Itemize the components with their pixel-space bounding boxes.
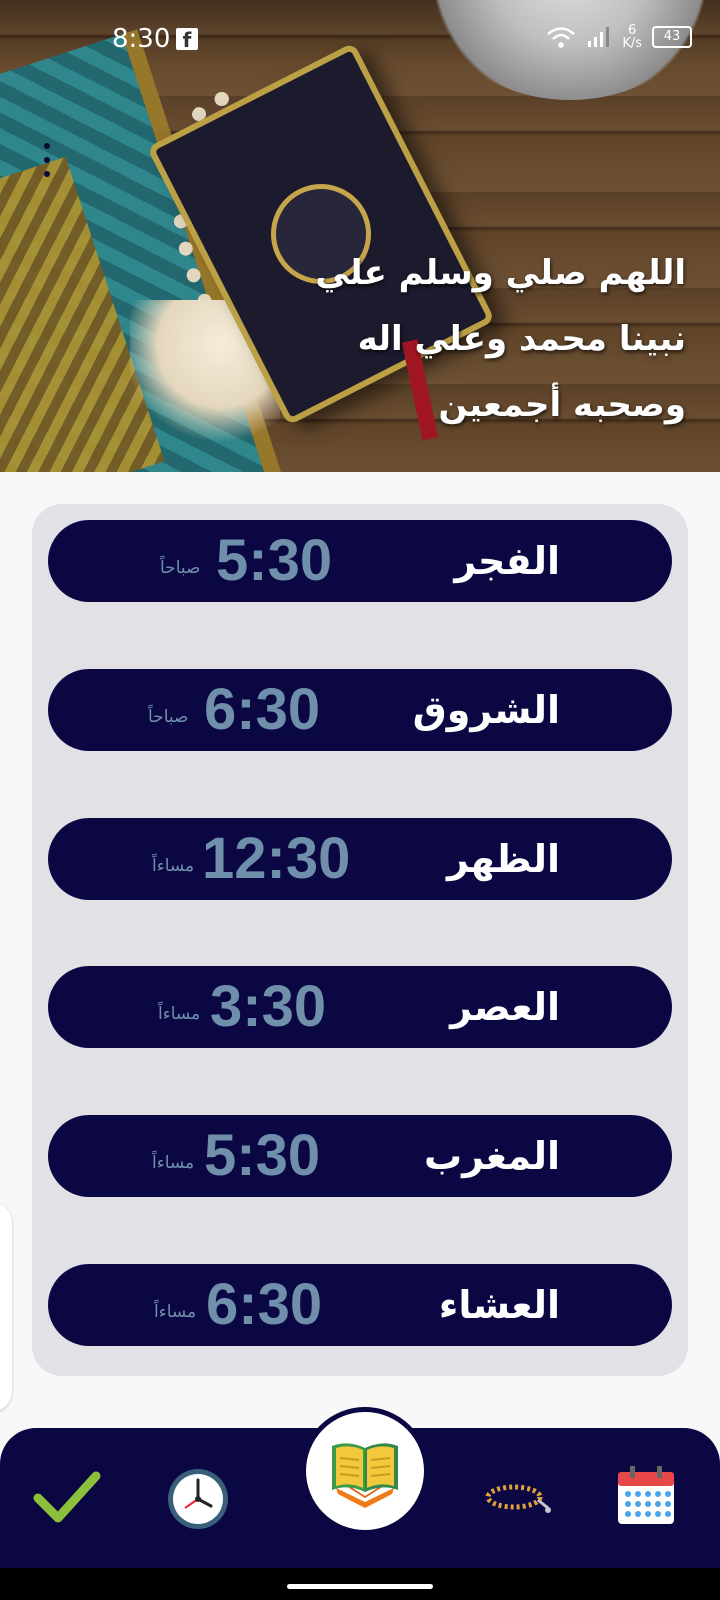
battery-level: 43 [663,29,681,44]
clock-icon[interactable] [163,1464,233,1534]
dua-line-2: نبينا محمد وعلي اله [357,319,686,359]
prayer-period: صباحاً [148,707,189,727]
prayer-time: 5:30 [204,1123,321,1188]
status-icons: 6 K/s 43 [546,24,692,50]
prayer-row-dhuhr[interactable]: الظهر 12:30 مساءاً [48,818,672,900]
prayer-time: 5:30 [216,528,333,593]
prayer-time: 3:30 [210,974,327,1039]
network-speed: 6 K/s [622,24,642,50]
prayer-row-maghrib[interactable]: المغرب 5:30 مساءاً [48,1115,672,1197]
dua-line-3: وصحبه أجمعين [438,385,686,425]
signal-icon [588,27,610,47]
quran-book-icon [332,1443,398,1508]
prayer-period: صباحاً [160,558,201,578]
prayer-row-asr[interactable]: العصر 3:30 مساءاً [48,966,672,1048]
prayer-row-shurooq[interactable]: الشروق 6:30 صباحاً [48,669,672,751]
prayer-name: الشروق [412,688,560,732]
prayer-time: 6:30 [206,1272,323,1337]
prayer-period: مساءاً [152,856,195,876]
prayer-time: 6:30 [204,677,321,742]
calendar-icon[interactable] [612,1462,682,1532]
prayer-period: مساءاً [152,1153,195,1173]
facebook-notification-icon: f [176,28,198,52]
status-time: 8:30 [112,24,171,54]
prayer-period: مساءاً [154,1302,197,1322]
side-drawer-handle[interactable] [0,1202,12,1412]
prayer-row-fajr[interactable]: الفجر 5:30 صباحاً [48,520,672,602]
prayer-time: 12:30 [202,826,351,891]
prayer-row-isha[interactable]: العشاء 6:30 مساءاً [48,1264,672,1346]
prayer-name: المغرب [423,1134,560,1178]
prayer-beads-icon[interactable] [482,1462,552,1532]
prayer-name: الفجر [454,539,560,583]
quran-button[interactable] [301,1407,429,1535]
prayer-name: العشاء [438,1283,560,1327]
checkmark-icon[interactable] [32,1462,102,1532]
prayer-period: مساءاً [158,1004,201,1024]
dua-text: اللهم صلي وسلم علي نبينا محمد وعلي اله و… [266,240,686,438]
prayer-times-card: الفجر 5:30 صباحاً الشروق 6:30 صباحاً الظ… [32,504,688,1376]
home-gesture-bar[interactable] [287,1584,433,1589]
wifi-icon [547,27,576,48]
prayer-name: العصر [450,985,560,1029]
speed-unit: K/s [622,36,642,51]
prayer-name: الظهر [446,837,560,881]
dua-line-1: اللهم صلي وسلم علي [315,253,686,293]
status-bar: 8:30 f 6 K/s 43 [0,0,720,80]
battery-icon: 43 [652,26,692,48]
more-menu-icon[interactable] [43,143,51,177]
